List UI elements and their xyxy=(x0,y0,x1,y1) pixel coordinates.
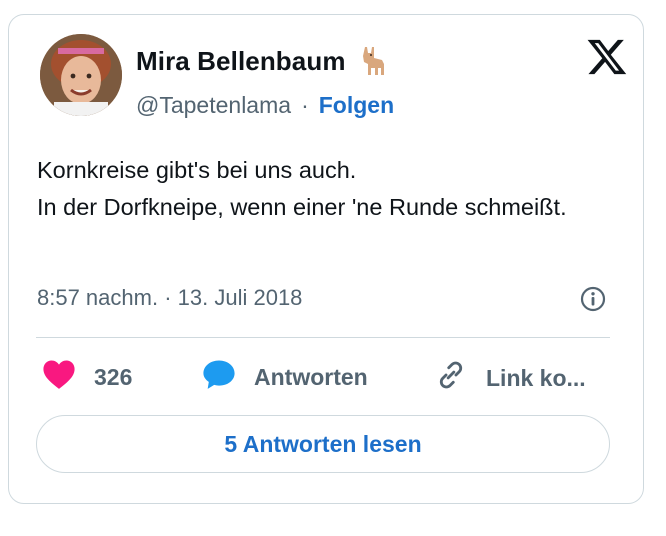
speech-bubble-icon xyxy=(202,358,236,396)
author-handle[interactable]: @Tapetenlama xyxy=(136,92,291,119)
handle-row: @Tapetenlama · Folgen xyxy=(136,92,394,119)
follow-button[interactable]: Folgen xyxy=(319,92,394,119)
action-bar: 326 Antworten Link ko... xyxy=(36,358,610,398)
heart-icon xyxy=(42,358,76,396)
copy-link-label: Link ko... xyxy=(486,364,586,391)
read-replies-button[interactable]: 5 Antworten lesen xyxy=(36,415,610,473)
llama-emoji-icon xyxy=(356,44,390,78)
info-icon[interactable] xyxy=(579,285,607,313)
link-icon xyxy=(434,358,468,398)
divider xyxy=(36,337,610,338)
tweet-time[interactable]: 8:57 nachm. xyxy=(37,285,158,310)
tweet-text: Kornkreise gibt's bei uns auch. In der D… xyxy=(37,157,567,220)
copy-link-button[interactable]: Link ko... xyxy=(434,358,586,398)
tweet-meta: 8:57 nachm. · 13. Juli 2018 xyxy=(37,285,609,313)
reply-button[interactable]: Antworten xyxy=(202,358,368,396)
avatar[interactable] xyxy=(40,34,122,116)
meta-separator: · xyxy=(164,285,172,310)
separator: · xyxy=(301,92,309,118)
reply-label: Antworten xyxy=(254,363,368,390)
author-name[interactable]: Mira Bellenbaum xyxy=(136,46,346,77)
like-button[interactable]: 326 xyxy=(42,358,132,396)
x-logo-icon[interactable] xyxy=(586,36,628,78)
like-count: 326 xyxy=(94,363,133,390)
tweet-date[interactable]: 13. Juli 2018 xyxy=(178,285,303,310)
author-row: Mira Bellenbaum xyxy=(136,44,390,78)
